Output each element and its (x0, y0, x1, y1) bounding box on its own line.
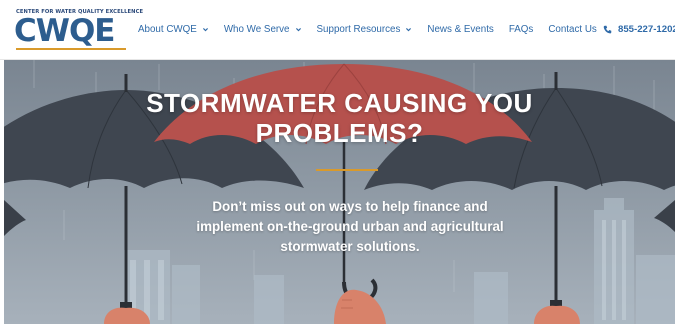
phone-number: 855-227-1202 (618, 24, 675, 35)
nav-item-contact-us[interactable]: Contact Us (548, 24, 596, 35)
nav-item-about[interactable]: About CWQE (138, 24, 209, 35)
cwqe-logo[interactable]: CENTER FOR WATER QUALITY EXCELLENCE CWQE (14, 9, 143, 53)
main-nav: About CWQE Who We Serve Support Resource… (138, 24, 612, 35)
hero-subtitle-line: Don’t miss out on ways to help finance a… (212, 199, 488, 214)
chevron-down-icon (295, 28, 301, 32)
site-header: CENTER FOR WATER QUALITY EXCELLENCE CWQE… (0, 0, 675, 60)
chevron-down-icon (406, 28, 412, 32)
hero-subtitle: Don’t miss out on ways to help finance a… (164, 197, 536, 257)
nav-item-news-events[interactable]: News & Events (427, 24, 493, 35)
nav-item-label: Support Resources (316, 24, 401, 35)
hero-banner: STORMWATER CAUSING YOU PROBLEMS? Don’t m… (4, 60, 675, 324)
nav-item-label: About CWQE (138, 24, 197, 35)
nav-item-who-we-serve[interactable]: Who We Serve (224, 24, 302, 35)
nav-item-label: FAQs (508, 24, 534, 35)
hero-title: STORMWATER CAUSING YOU PROBLEMS? (4, 88, 675, 148)
hero-title-line: PROBLEMS? (255, 118, 424, 148)
logo-underline (16, 48, 126, 50)
logo-wordmark: CWQE (14, 13, 115, 49)
nav-item-support-resources[interactable]: Support Resources (317, 24, 413, 35)
phone-icon (603, 25, 612, 34)
nav-item-label: Contact Us (548, 24, 597, 35)
hero-subtitle-line: implement on-the-ground urban and agricu… (196, 219, 504, 234)
nav-item-faqs[interactable]: FAQs (509, 24, 534, 35)
nav-item-label: Who We Serve (223, 24, 290, 35)
hero-subtitle-line: stormwater solutions. (280, 239, 420, 254)
nav-item-label: News & Events (427, 24, 494, 35)
chevron-down-icon (202, 28, 208, 32)
phone-link[interactable]: 855-227-1202 (603, 24, 675, 35)
hero-title-line: STORMWATER CAUSING YOU (146, 88, 533, 118)
hero-divider (316, 169, 378, 171)
